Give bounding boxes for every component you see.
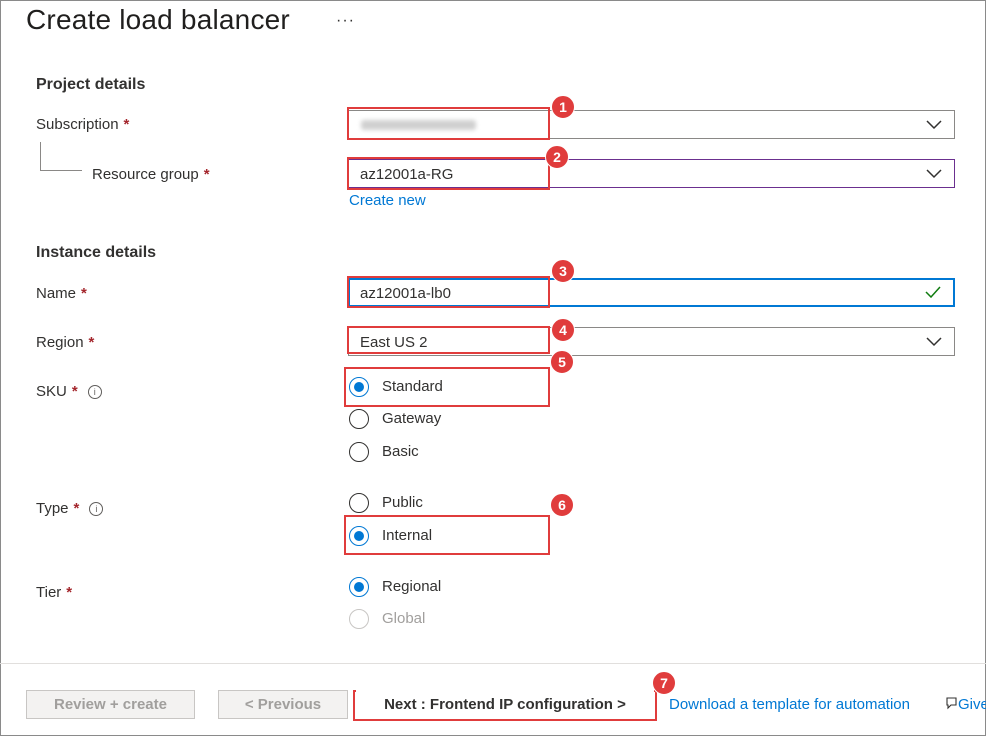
instance-details-heading: Instance details: [36, 244, 157, 261]
chevron-down-icon: [926, 337, 942, 347]
name-label: Name *: [36, 285, 87, 302]
more-options-icon[interactable]: ···: [336, 12, 355, 30]
chevron-down-icon: [926, 120, 942, 130]
footer-divider: [0, 663, 986, 664]
resource-group-label: Resource group *: [92, 166, 210, 183]
annotation-badge-6: 6: [550, 493, 574, 517]
sku-option-label: Basic: [382, 443, 419, 460]
page-title: Create load balancer: [26, 4, 290, 35]
chevron-down-icon: [926, 169, 942, 179]
radio-unselected-icon: [349, 493, 369, 513]
subscription-label: Subscription *: [36, 116, 130, 133]
sku-option-label: Gateway: [382, 410, 442, 427]
annotation-badge-4: 4: [551, 318, 575, 342]
tier-option-label: Global: [382, 610, 426, 627]
highlight-box-5: [344, 367, 550, 407]
tree-connector-branch: [40, 170, 82, 171]
region-label: Region *: [36, 334, 95, 351]
radio-unselected-icon: [349, 409, 369, 429]
previous-button[interactable]: < Previous: [218, 690, 348, 719]
tree-connector: [40, 142, 41, 170]
info-icon[interactable]: i: [89, 502, 104, 516]
tier-label: Tier *: [36, 584, 73, 601]
radio-disabled-icon: [349, 609, 369, 629]
info-icon[interactable]: i: [87, 385, 102, 399]
highlight-box-6: [344, 515, 550, 555]
highlight-box-1: [347, 107, 550, 140]
annotation-badge-7: 7: [652, 671, 676, 695]
download-template-link[interactable]: Download a template for automation: [669, 696, 910, 713]
highlight-box-2: [347, 157, 550, 190]
tier-option-label: Regional: [382, 578, 442, 595]
review-create-button[interactable]: Review + create: [26, 690, 195, 719]
radio-unselected-icon: [349, 442, 369, 462]
annotation-badge-3: 3: [551, 259, 575, 283]
type-option-label: Public: [382, 494, 423, 511]
sku-label: SKU * i: [36, 383, 102, 400]
feedback-link[interactable]: Give: [945, 696, 986, 713]
annotation-badge-5: 5: [550, 350, 574, 374]
annotation-badge-2: 2: [545, 145, 569, 169]
highlight-box-4: [347, 326, 550, 354]
type-label: Type * i: [36, 500, 104, 517]
next-frontend-ip-button[interactable]: Next : Frontend IP configuration >: [356, 690, 654, 719]
create-new-link[interactable]: Create new: [349, 192, 426, 209]
project-details-heading: Project details: [36, 76, 146, 93]
feedback-icon: [946, 697, 957, 710]
radio-selected-icon: [349, 577, 369, 597]
checkmark-icon: [925, 286, 941, 298]
annotation-badge-1: 1: [551, 95, 575, 119]
feedback-label: Give: [958, 696, 986, 713]
highlight-box-3: [347, 276, 550, 308]
